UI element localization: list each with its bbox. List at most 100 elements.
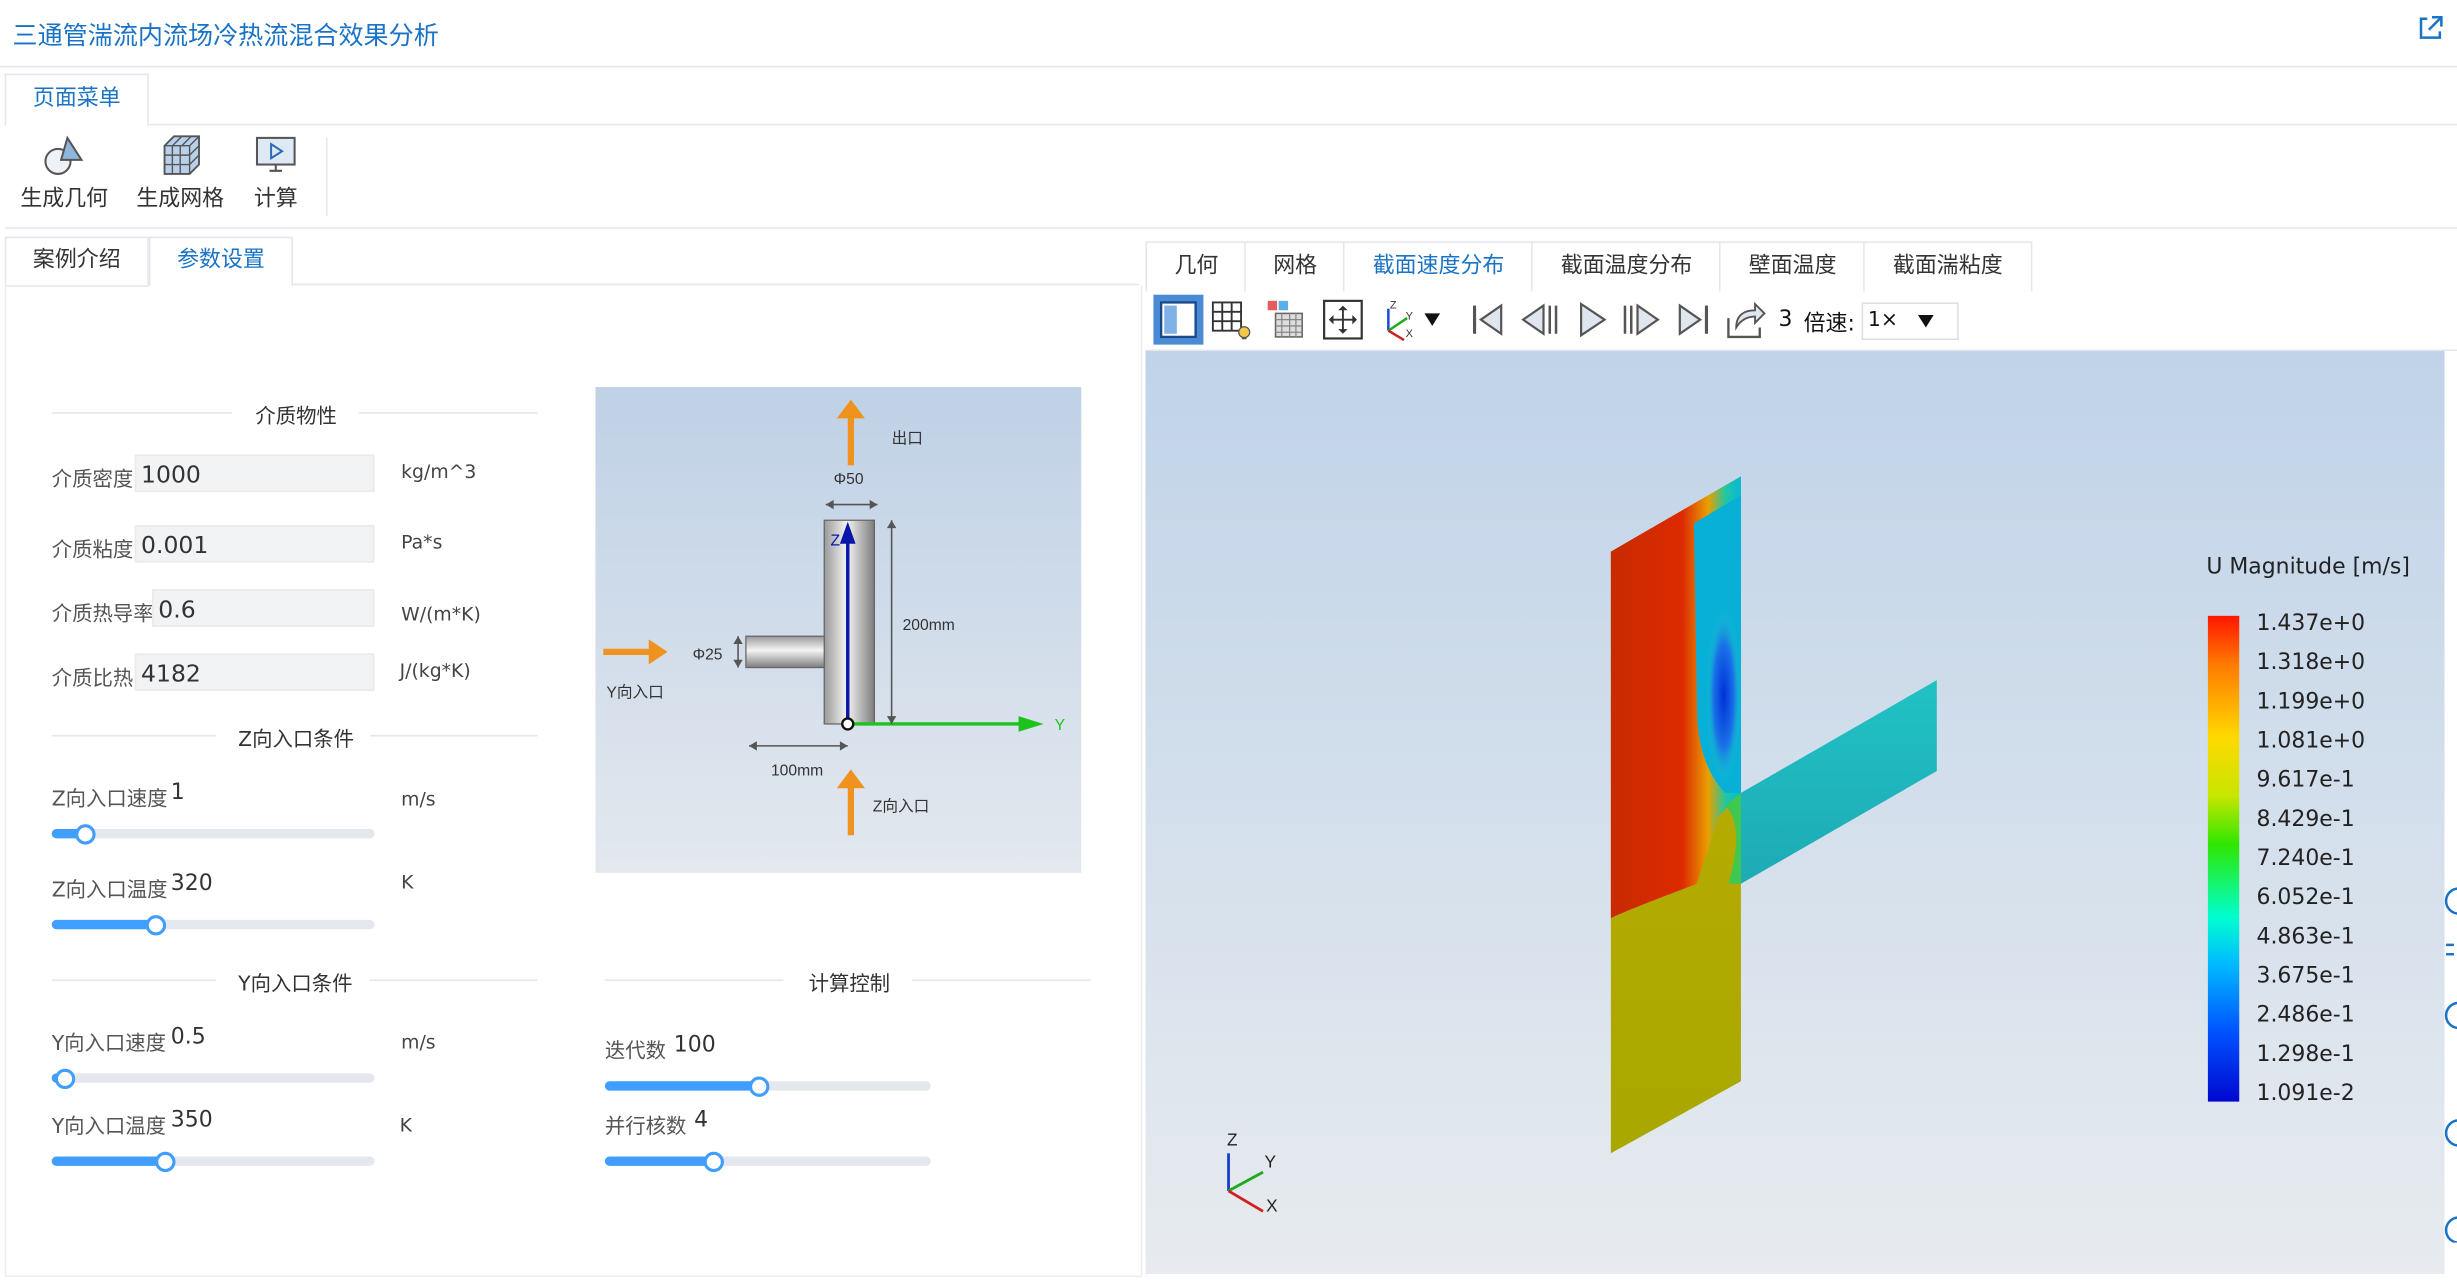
density-label: 介质密度 <box>51 468 134 493</box>
z-temp-slider-handle[interactable] <box>145 915 166 936</box>
conductivity-unit: W/(m*K) <box>401 603 481 626</box>
colorbar-tick: 2.486e-1 <box>2256 1002 2355 1028</box>
z-inlet-label: Z向入口 <box>873 798 930 816</box>
y-speed-slider[interactable] <box>51 1073 375 1083</box>
conductivity-input[interactable]: 0.6 <box>151 589 375 627</box>
axis-dropdown-caret-icon[interactable] <box>1421 310 1443 329</box>
compute-button[interactable]: 计算 <box>244 132 307 213</box>
z-speed-unit: m/s <box>401 788 436 811</box>
side-controls[interactable] <box>2441 882 2457 1243</box>
axis-orientation-icon[interactable]: Z Y X <box>1376 296 1417 343</box>
first-frame-icon[interactable] <box>1464 296 1511 343</box>
y-temp-slider[interactable] <box>51 1156 375 1166</box>
mesh-view-icon[interactable] <box>1207 296 1254 343</box>
colorbar-tick: 1.298e-1 <box>2256 1042 2355 1068</box>
playback-speed-select[interactable]: 1× <box>1861 302 1959 341</box>
triad-y-axis <box>1227 1170 1264 1193</box>
triad-y-label: Y <box>1265 1151 1277 1171</box>
y-inlet-arrowhead <box>648 639 668 665</box>
cores-value: 4 <box>694 1107 709 1133</box>
cores-slider[interactable] <box>604 1156 931 1166</box>
export-icon[interactable] <box>1722 296 1769 343</box>
z-speed-value: 1 <box>170 780 185 806</box>
iterations-slider-fill <box>604 1081 759 1091</box>
colorbar-tick: 1.318e+0 <box>2256 650 2366 676</box>
conductivity-label: 介质热导率 <box>51 603 154 627</box>
generate-geometry-label: 生成几何 <box>20 186 109 212</box>
colorbar-title: U Magnitude [m/s] <box>2206 554 2410 580</box>
menu-tabbar <box>4 74 2457 126</box>
branch-pipe <box>745 635 825 669</box>
display-settings-icon[interactable] <box>1261 296 1308 343</box>
colorbar-tick: 3.675e-1 <box>2256 963 2355 989</box>
phi50-label: Φ50 <box>834 471 864 488</box>
triad-x-label: X <box>1266 1195 1278 1215</box>
next-frame-icon[interactable] <box>1619 296 1666 343</box>
cores-slider-handle[interactable] <box>702 1151 724 1173</box>
z-temp-slider[interactable] <box>51 919 375 930</box>
y-temp-unit: K <box>399 1114 412 1137</box>
specific-heat-unit: J/(kg*K) <box>399 659 471 682</box>
result-viewport[interactable]: Z Y X <box>1145 351 2445 1274</box>
z-inlet-arrowhead <box>836 769 865 789</box>
section-y-inlet-title: Y向入口条件 <box>238 973 353 997</box>
svg-text:Y: Y <box>1406 311 1414 323</box>
tab-wall-temperature[interactable]: 壁面温度 <box>1718 241 1867 294</box>
y-temp-value: 350 <box>170 1107 213 1133</box>
viscosity-label: 介质粘度 <box>51 539 134 563</box>
y-temp-slider-handle[interactable] <box>155 1151 176 1173</box>
iterations-value: 100 <box>673 1032 716 1058</box>
tab-turbulent-viscosity[interactable]: 截面湍粘度 <box>1863 241 2033 294</box>
tab-parameter-settings[interactable]: 参数设置 <box>148 236 294 287</box>
viscosity-unit: Pa*s <box>401 531 443 554</box>
z-speed-slider-handle[interactable] <box>74 824 95 845</box>
len100-label: 100mm <box>771 763 823 780</box>
y-speed-value: 0.5 <box>170 1024 206 1050</box>
compute-label: 计算 <box>253 186 298 212</box>
external-link-icon[interactable] <box>2416 14 2444 42</box>
fit-view-icon[interactable] <box>1319 296 1366 343</box>
section-medium-title: 介质物性 <box>255 405 337 430</box>
divider <box>51 979 217 981</box>
chevron-down-icon <box>1918 314 1934 328</box>
specific-heat-input[interactable]: 4182 <box>134 653 375 692</box>
divider <box>51 412 232 414</box>
generate-mesh-button[interactable]: 生成网格 <box>132 132 229 213</box>
diagram-axis-y-label: Y <box>1055 717 1066 734</box>
playback-speed-value: 1× <box>1867 308 1898 333</box>
previous-frame-icon[interactable] <box>1515 296 1562 343</box>
section-z-inlet-title: Z向入口条件 <box>238 728 354 753</box>
density-unit: kg/m^3 <box>401 460 477 483</box>
tee-pipe-drawing: 出口 Φ50 Φ25 200mm 100mm Y向入口 Z向入口 Z Y <box>603 399 1066 836</box>
last-frame-icon[interactable] <box>1670 296 1717 343</box>
viscosity-input[interactable]: 0.001 <box>134 524 375 563</box>
cores-label: 并行核数 <box>604 1115 687 1140</box>
y-inlet-label: Y向入口 <box>606 683 663 701</box>
phi25-label: Φ25 <box>693 647 723 664</box>
tab-velocity-section[interactable]: 截面速度分布 <box>1342 241 1535 294</box>
origin-marker <box>841 717 855 731</box>
velocity-contour-plot: Z Y X <box>1227 476 1937 1215</box>
density-input[interactable]: 1000 <box>134 454 375 493</box>
specific-heat-label: 介质比热 <box>51 667 134 692</box>
z-speed-slider[interactable] <box>51 828 375 839</box>
surface-view-icon[interactable] <box>1153 294 1204 345</box>
svg-text:Z: Z <box>1390 300 1397 312</box>
tab-mesh[interactable]: 网格 <box>1244 241 1347 294</box>
z-temp-label: Z向入口温度 <box>51 879 168 903</box>
tab-page-menu[interactable]: 页面菜单 <box>4 73 149 127</box>
generate-geometry-button[interactable]: 生成几何 <box>16 132 113 213</box>
colorbar <box>2207 615 2240 1102</box>
z-temp-value: 320 <box>170 871 213 897</box>
y-speed-label: Y向入口速度 <box>51 1032 167 1057</box>
iterations-slider-handle[interactable] <box>748 1076 770 1097</box>
play-icon[interactable] <box>1567 296 1614 343</box>
tab-case-intro[interactable]: 案例介绍 <box>4 236 149 287</box>
compute-icon <box>255 136 296 172</box>
tab-geometry[interactable]: 几何 <box>1145 241 1248 294</box>
frame-number: 3 <box>1778 307 1793 333</box>
geometry-icon <box>44 135 84 175</box>
tab-temperature-section[interactable]: 截面温度分布 <box>1530 241 1723 294</box>
y-speed-unit: m/s <box>401 1031 436 1054</box>
toolbar-divider <box>325 137 328 217</box>
